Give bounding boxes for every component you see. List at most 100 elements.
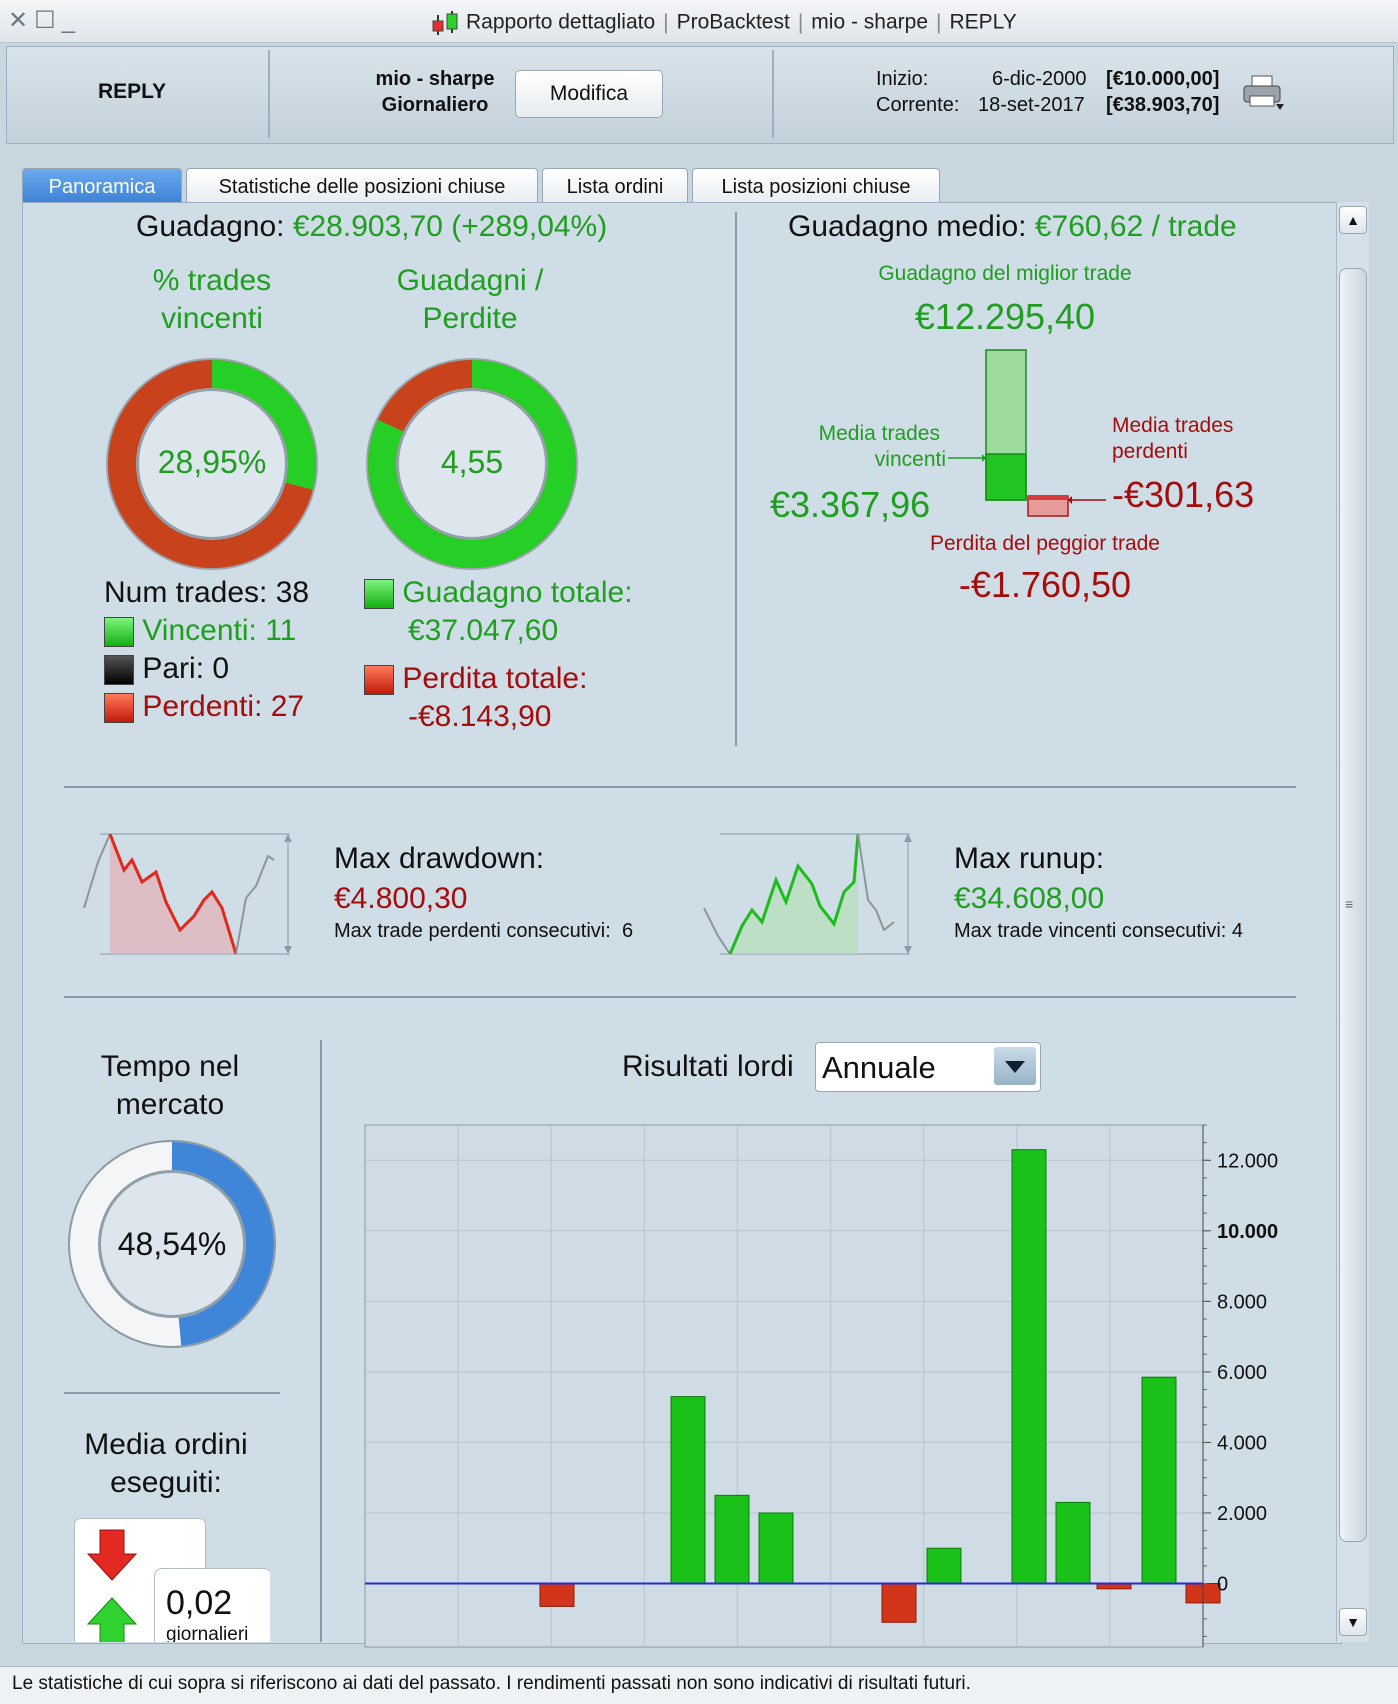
period-select[interactable]: Annuale (815, 1042, 1041, 1092)
avg-win-label-line2: vincenti (874, 448, 946, 471)
avg-loss-label-line1: Media trades (1112, 414, 1234, 437)
even-row: Pari: 0 (104, 652, 229, 686)
orders-unit: giornalieri (166, 1624, 249, 1642)
best-trade-label: Guadagno del miglior trade (878, 262, 1132, 285)
avg-win-value: €3.367,96 (770, 484, 931, 525)
total-gain-row: Guadagno totale: (364, 576, 633, 610)
results-label: Risultati lordi (622, 1050, 794, 1083)
winners-count: Vincenti: 11 (142, 614, 297, 647)
chart-bar (714, 1494, 750, 1585)
average-gain: Guadagno medio: €760,62 / trade (788, 210, 1237, 244)
instrument-name: REPLY (98, 80, 167, 103)
runup-label: Max runup: (954, 842, 1105, 875)
candlestick-icon (432, 11, 458, 35)
avg-win-label-line1: Media trades (818, 422, 940, 445)
runup-consecutive: Max trade vincenti consecutivi: 4 (954, 920, 1243, 943)
scroll-grip-icon: ≡ (1345, 896, 1354, 912)
edit-button[interactable]: Modifica (515, 70, 663, 118)
total-loss-swatch (364, 665, 394, 696)
losers-swatch (104, 693, 134, 724)
trade-range-diagram (985, 349, 1069, 517)
even-swatch (104, 655, 134, 686)
chart-bar (758, 1512, 794, 1585)
y-tick-label: 2.000 (1217, 1503, 1267, 1525)
orders-title-line1: Media ordini (84, 1428, 248, 1461)
gain-loss-title-line1: Guadagni / (396, 264, 544, 297)
tab-lista-ordini[interactable]: Lista ordini (542, 168, 688, 203)
winners-swatch (104, 617, 134, 648)
gain-value: €28.903,70 (+289,04%) (292, 210, 608, 243)
orders-card: 0,02 giornalieri (74, 1518, 270, 1642)
drawdown-sparkline-icon (83, 833, 292, 955)
period-select-value: Annuale (822, 1050, 936, 1085)
losers-row: Perdenti: 27 (104, 690, 304, 724)
runup-consecutive-value: 4 (1231, 920, 1244, 942)
chart-bar (539, 1583, 575, 1607)
total-gain-value: €37.047,60 (408, 614, 559, 647)
total-loss-row: Perdita totale: (364, 662, 587, 696)
section-divider (64, 786, 1296, 788)
runup-sparkline-icon (703, 833, 912, 955)
scroll-up-icon[interactable]: ▲ (1339, 206, 1367, 234)
scroll-down-icon[interactable]: ▼ (1339, 1608, 1367, 1636)
runup-consecutive-label: Max trade vincenti consecutivi: (954, 920, 1227, 942)
losers-count: Perdenti: 27 (142, 690, 305, 723)
crumb-probacktest: ProBacktest (676, 10, 790, 34)
gross-results-chart: 12.000 10.000 8.000 6.000 4.000 2.000 0 (364, 1124, 1278, 1648)
gain-label: Guadagno: (136, 210, 285, 243)
chart-bar (1011, 1149, 1047, 1585)
average-win-bar (985, 453, 1027, 501)
minimize-icon[interactable]: _ (62, 7, 81, 34)
start-label: Inizio: (876, 68, 929, 90)
header-divider (268, 50, 270, 138)
chart-bar (1055, 1501, 1091, 1585)
disclaimer-text: Le statistiche di cui sopra si riferisco… (12, 1673, 971, 1694)
worst-trade-label: Perdita del peggior trade (930, 532, 1160, 555)
tab-panoramica[interactable]: Panoramica (22, 168, 182, 203)
section-divider (64, 1392, 280, 1394)
winners-row: Vincenti: 11 (104, 614, 296, 648)
chart-bar (670, 1396, 706, 1585)
orders-title-line2: eseguiti: (110, 1466, 222, 1499)
chart-bar (1141, 1376, 1177, 1585)
gain-summary: Guadagno: €28.903,70 (+289,04%) (136, 210, 607, 244)
printer-icon[interactable] (1242, 74, 1286, 112)
arrow-right-icon (948, 454, 986, 462)
gain-loss-title-line2: Perdite (422, 302, 518, 335)
crumb-instrument: REPLY (949, 10, 1017, 34)
average-loss-bar (1028, 496, 1068, 500)
vertical-scrollbar[interactable]: ▲ ≡ ▼ (1336, 202, 1369, 1642)
drawdown-consecutive-value: 6 (621, 920, 634, 942)
total-gain-swatch (364, 579, 394, 610)
disclaimer-bar: Le statistiche di cui sopra si riferisco… (0, 1666, 1398, 1704)
drawdown-consecutive-label: Max trade perdenti consecutivi: (334, 920, 611, 942)
drawdown-label: Max drawdown: (334, 842, 545, 875)
current-capital: [€38.903,70] (1106, 94, 1220, 116)
y-tick-label: 10.000 (1217, 1221, 1278, 1243)
orders-value: 0,02 (166, 1584, 233, 1622)
average-gain-label: Guadagno medio: (788, 210, 1027, 243)
drawdown-consecutive: Max trade perdenti consecutivi: 6 (334, 920, 633, 943)
win-pct-title-line2: vincenti (161, 302, 263, 335)
header-divider (772, 50, 774, 138)
tab-statistiche-posizioni-chiuse[interactable]: Statistiche delle posizioni chiuse (186, 168, 538, 203)
chevron-down-icon[interactable] (994, 1047, 1036, 1085)
tab-lista-posizioni-chiuse[interactable]: Lista posizioni chiuse (692, 168, 940, 203)
crumb-strategy: mio - sharpe (811, 10, 929, 34)
maximize-icon[interactable]: ☐ (34, 7, 62, 34)
close-icon[interactable]: ✕ (8, 7, 34, 34)
chart-bar (926, 1547, 962, 1585)
market-time-title-line2: mercato (115, 1088, 225, 1121)
strategy-name: mio - sharpe (375, 68, 495, 90)
current-date: 18-set-2017 (978, 94, 1085, 116)
y-tick-label: 4.000 (1217, 1432, 1267, 1454)
average-gain-value: €760,62 / trade (1034, 210, 1237, 243)
market-time-value: 48,54% (117, 1226, 227, 1262)
even-count: Pari: 0 (142, 652, 230, 685)
window-title: Rapporto dettagliato | ProBacktest | mio - s… (430, 9, 1017, 37)
buy-sell-arrows-icon (86, 1529, 138, 1642)
section-divider (64, 996, 1296, 998)
gain-loss-value: 4,55 (440, 444, 504, 480)
avg-loss-label-line2: perdenti (1112, 440, 1188, 463)
y-tick-label: 6.000 (1217, 1362, 1267, 1384)
